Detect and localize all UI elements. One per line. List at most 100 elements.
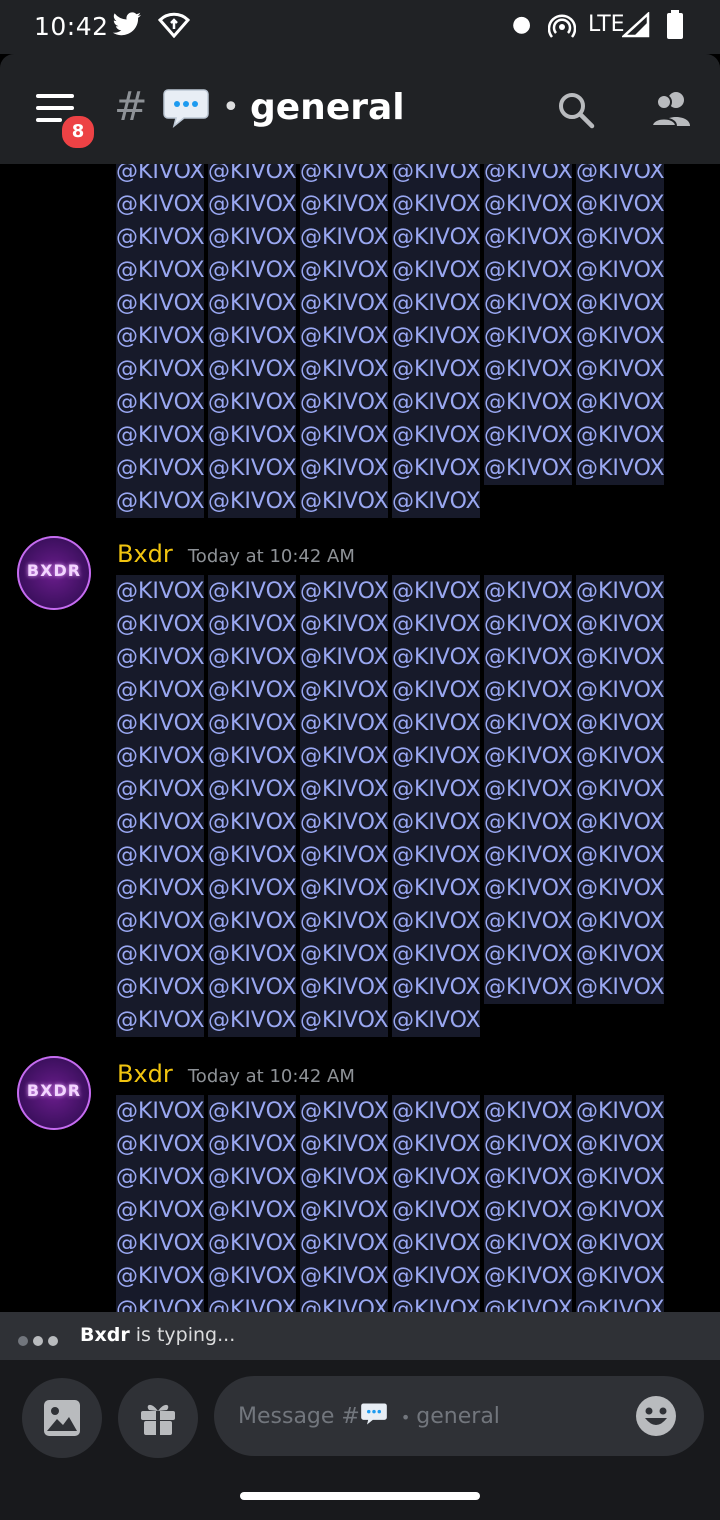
user-mention[interactable]: @KIVOX (300, 608, 388, 641)
user-mention[interactable]: @KIVOX (208, 485, 296, 518)
user-mention[interactable]: @KIVOX (484, 740, 572, 773)
user-mention[interactable]: @KIVOX (300, 188, 388, 221)
user-mention[interactable]: @KIVOX (208, 452, 296, 485)
user-mention[interactable]: @KIVOX (484, 641, 572, 674)
user-mention[interactable]: @KIVOX (116, 938, 204, 971)
user-mention[interactable]: @KIVOX (576, 1260, 664, 1293)
user-mention[interactable]: @KIVOX (116, 1194, 204, 1227)
user-mention[interactable]: @KIVOX (300, 1095, 388, 1128)
user-mention[interactable]: @KIVOX (116, 839, 204, 872)
user-mention[interactable]: @KIVOX (576, 164, 664, 188)
user-mention[interactable]: @KIVOX (484, 188, 572, 221)
user-mention[interactable]: @KIVOX (300, 575, 388, 608)
user-mention[interactable]: @KIVOX (116, 707, 204, 740)
user-mention[interactable]: @KIVOX (208, 905, 296, 938)
user-mention[interactable]: @KIVOX (484, 905, 572, 938)
user-mention[interactable]: @KIVOX (300, 221, 388, 254)
user-mention[interactable]: @KIVOX (300, 938, 388, 971)
user-mention[interactable]: @KIVOX (484, 287, 572, 320)
user-mention[interactable]: @KIVOX (576, 641, 664, 674)
user-mention[interactable]: @KIVOX (484, 674, 572, 707)
user-mention[interactable]: @KIVOX (300, 485, 388, 518)
user-mention[interactable]: @KIVOX (576, 221, 664, 254)
user-mention[interactable]: @KIVOX (392, 872, 480, 905)
user-mention[interactable]: @KIVOX (208, 419, 296, 452)
user-mention[interactable]: @KIVOX (484, 872, 572, 905)
user-mention[interactable]: @KIVOX (576, 1128, 664, 1161)
user-mention[interactable]: @KIVOX (392, 287, 480, 320)
user-mention[interactable]: @KIVOX (576, 575, 664, 608)
user-mention[interactable]: @KIVOX (116, 971, 204, 1004)
gift-button[interactable] (118, 1378, 198, 1458)
user-mention[interactable]: @KIVOX (484, 221, 572, 254)
user-mention[interactable]: @KIVOX (300, 839, 388, 872)
user-mention[interactable]: @KIVOX (576, 1161, 664, 1194)
user-mention[interactable]: @KIVOX (300, 1227, 388, 1260)
user-mention[interactable]: @KIVOX (392, 806, 480, 839)
user-mention[interactable]: @KIVOX (484, 707, 572, 740)
members-icon[interactable] (650, 90, 694, 132)
user-mention[interactable]: @KIVOX (576, 1095, 664, 1128)
user-mention[interactable]: @KIVOX (392, 1293, 480, 1312)
user-mention[interactable]: @KIVOX (300, 905, 388, 938)
user-mention[interactable]: @KIVOX (300, 740, 388, 773)
user-mention[interactable]: @KIVOX (208, 1227, 296, 1260)
user-mention[interactable]: @KIVOX (484, 1227, 572, 1260)
user-mention[interactable]: @KIVOX (116, 905, 204, 938)
user-mention[interactable]: @KIVOX (392, 320, 480, 353)
user-mention[interactable]: @KIVOX (208, 320, 296, 353)
user-mention[interactable]: @KIVOX (300, 1161, 388, 1194)
user-mention[interactable]: @KIVOX (392, 452, 480, 485)
user-mention[interactable]: @KIVOX (484, 806, 572, 839)
user-mention[interactable]: @KIVOX (208, 575, 296, 608)
avatar[interactable]: BXDR (17, 536, 91, 610)
user-mention[interactable]: @KIVOX (208, 1095, 296, 1128)
user-mention[interactable]: @KIVOX (208, 254, 296, 287)
user-mention[interactable]: @KIVOX (116, 287, 204, 320)
user-mention[interactable]: @KIVOX (208, 1260, 296, 1293)
user-mention[interactable]: @KIVOX (300, 353, 388, 386)
user-mention[interactable]: @KIVOX (484, 419, 572, 452)
user-mention[interactable]: @KIVOX (300, 1293, 388, 1312)
user-mention[interactable]: @KIVOX (392, 1128, 480, 1161)
username[interactable]: Bxdr (117, 1060, 173, 1088)
user-mention[interactable]: @KIVOX (300, 707, 388, 740)
user-mention[interactable]: @KIVOX (392, 188, 480, 221)
user-mention[interactable]: @KIVOX (576, 839, 664, 872)
user-mention[interactable]: @KIVOX (208, 773, 296, 806)
user-mention[interactable]: @KIVOX (116, 188, 204, 221)
user-mention[interactable]: @KIVOX (208, 806, 296, 839)
user-mention[interactable]: @KIVOX (484, 452, 572, 485)
user-mention[interactable]: @KIVOX (300, 971, 388, 1004)
user-mention[interactable]: @KIVOX (576, 419, 664, 452)
user-mention[interactable]: @KIVOX (392, 575, 480, 608)
user-mention[interactable]: @KIVOX (208, 353, 296, 386)
user-mention[interactable]: @KIVOX (116, 608, 204, 641)
user-mention[interactable]: @KIVOX (208, 287, 296, 320)
user-mention[interactable]: @KIVOX (300, 1260, 388, 1293)
user-mention[interactable]: @KIVOX (484, 1095, 572, 1128)
user-mention[interactable]: @KIVOX (300, 386, 388, 419)
user-mention[interactable]: @KIVOX (208, 674, 296, 707)
user-mention[interactable]: @KIVOX (484, 1260, 572, 1293)
user-mention[interactable]: @KIVOX (208, 707, 296, 740)
user-mention[interactable]: @KIVOX (116, 872, 204, 905)
user-mention[interactable]: @KIVOX (392, 1194, 480, 1227)
user-mention[interactable]: @KIVOX (484, 353, 572, 386)
user-mention[interactable]: @KIVOX (208, 740, 296, 773)
user-mention[interactable]: @KIVOX (392, 1227, 480, 1260)
user-mention[interactable]: @KIVOX (576, 386, 664, 419)
user-mention[interactable]: @KIVOX (392, 608, 480, 641)
user-mention[interactable]: @KIVOX (208, 1004, 296, 1037)
user-mention[interactable]: @KIVOX (300, 287, 388, 320)
user-mention[interactable]: @KIVOX (300, 1004, 388, 1037)
user-mention[interactable]: @KIVOX (208, 386, 296, 419)
user-mention[interactable]: @KIVOX (116, 1260, 204, 1293)
user-mention[interactable]: @KIVOX (392, 1161, 480, 1194)
user-mention[interactable]: @KIVOX (576, 320, 664, 353)
user-mention[interactable]: @KIVOX (208, 221, 296, 254)
user-mention[interactable]: @KIVOX (392, 707, 480, 740)
user-mention[interactable]: @KIVOX (576, 707, 664, 740)
user-mention[interactable]: @KIVOX (300, 773, 388, 806)
user-mention[interactable]: @KIVOX (116, 221, 204, 254)
